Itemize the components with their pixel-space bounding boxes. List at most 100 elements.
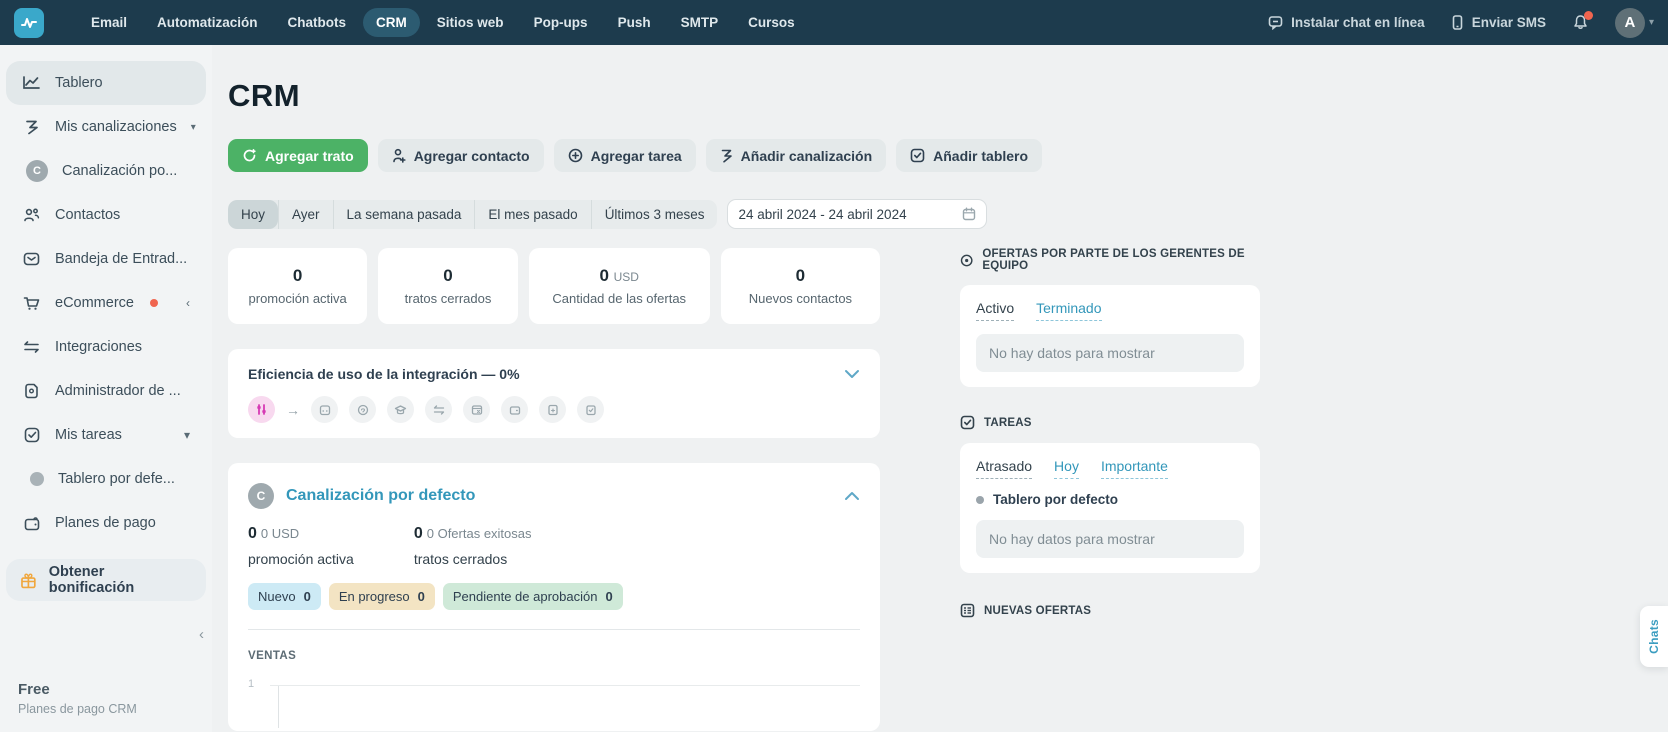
sidebar-item-label: Canalización po...	[62, 163, 177, 179]
sidebar-item-label: Administrador de ...	[55, 383, 181, 399]
stat-value: 0	[443, 266, 452, 286]
dashboard-chart-icon	[22, 75, 41, 91]
chevron-up-icon[interactable]	[844, 491, 860, 501]
tab-importante[interactable]: Importante	[1101, 458, 1168, 479]
chats-tab-label: Chats	[1647, 619, 1661, 654]
sidebar-item-label: Mis tareas	[55, 427, 122, 443]
page-title: CRM	[228, 78, 1668, 114]
tasks-empty-state: No hay datos para mostrar	[976, 520, 1244, 558]
sidebar-item-label: Planes de pago	[55, 515, 156, 531]
stat-card-nuevos-contactos: 0 Nuevos contactos	[721, 248, 880, 324]
tasks-panel-header: TAREAS	[960, 415, 1260, 430]
education-step-icon[interactable]	[387, 396, 414, 423]
install-chat-label: Instalar chat en línea	[1291, 15, 1425, 30]
chat-step-icon[interactable]	[349, 396, 376, 423]
actions-row: Agregar trato Agregar contacto Agregar t…	[228, 139, 1668, 172]
date-range-value: 24 abril 2024 - 24 abril 2024	[738, 207, 954, 222]
add-task-button[interactable]: Agregar tarea	[554, 139, 696, 172]
sales-chart-title: VENTAS	[248, 650, 860, 662]
pipeline-name-link[interactable]: Canalización por defecto	[286, 487, 475, 505]
filter-hoy[interactable]: Hoy	[228, 200, 278, 229]
filter-3-meses[interactable]: Últimos 3 meses	[591, 200, 718, 229]
stat-label: promoción activa	[249, 291, 347, 306]
stat-label: tratos cerrados	[405, 291, 492, 306]
badge-en-progreso: En progreso0	[329, 583, 435, 610]
board-name: Tablero por defecto	[993, 492, 1118, 507]
tab-atrasado[interactable]: Atrasado	[976, 458, 1032, 479]
add-pipeline-button[interactable]: Añadir canalización	[706, 139, 886, 172]
swap-step-icon[interactable]	[425, 396, 452, 423]
wallet-step-icon[interactable]	[501, 396, 528, 423]
add-board-button[interactable]: Añadir tablero	[896, 139, 1042, 172]
filter-ayer[interactable]: Ayer	[278, 200, 333, 229]
tab-terminado[interactable]: Terminado	[1036, 300, 1101, 321]
app-logo[interactable]	[14, 8, 44, 38]
filter-semana-pasada[interactable]: La semana pasada	[333, 200, 475, 229]
new-offers-panel-title: NUEVAS OFERTAS	[984, 605, 1091, 617]
sidebar-item-tablero[interactable]: Tablero	[6, 61, 206, 105]
inbox-icon	[22, 252, 41, 266]
board-row: Tablero por defecto	[976, 492, 1244, 507]
phone-icon	[1451, 15, 1464, 30]
add-contact-button[interactable]: Agregar contacto	[378, 139, 544, 172]
tab-activo[interactable]: Activo	[976, 300, 1014, 321]
crm-sliders-icon[interactable]	[248, 396, 275, 423]
chevron-down-icon[interactable]	[844, 369, 860, 379]
nav-item-email[interactable]: Email	[78, 8, 140, 37]
stat-label: tratos cerrados	[414, 551, 532, 567]
nav-item-cursos[interactable]: Cursos	[735, 8, 808, 37]
bonus-button[interactable]: Obtener bonificación	[6, 559, 206, 601]
sidebar-item-mis-tareas[interactable]: Mis tareas ▾	[6, 413, 206, 457]
nav-item-popups[interactable]: Pop-ups	[521, 8, 601, 37]
nav-item-push[interactable]: Push	[605, 8, 664, 37]
calculator-step-icon[interactable]	[539, 396, 566, 423]
integration-steps: →	[248, 396, 860, 423]
primary-nav: Email Automatización Chatbots CRM Sitios…	[78, 8, 808, 37]
left-column: 0 promoción activa 0 tratos cerrados 0 U…	[228, 248, 880, 731]
plan-info: Free Planes de pago CRM	[18, 681, 137, 716]
offers-panel-title: OFERTAS POR PARTE DE LOS GERENTES DE EQU…	[982, 248, 1260, 272]
sidebar-item-bandeja[interactable]: Bandeja de Entrad...	[6, 237, 206, 281]
navbar-right: Instalar chat en línea Enviar SMS A ▾	[1268, 8, 1654, 38]
pipeline-stat-tratos: 00 Ofertas exitosas tratos cerrados	[414, 525, 532, 567]
add-contact-label: Agregar contacto	[414, 148, 530, 164]
sidebar-item-tablero-defecto[interactable]: Tablero por defe...	[6, 457, 206, 501]
stat-value: 0 USD	[599, 266, 639, 286]
nav-item-smtp[interactable]: SMTP	[668, 8, 732, 37]
calendar-icon	[962, 207, 976, 221]
sidebar-item-administrador[interactable]: Administrador de ...	[6, 369, 206, 413]
sidebar-item-label: Integraciones	[55, 339, 142, 355]
account-menu[interactable]: A ▾	[1615, 8, 1654, 38]
chats-side-tab[interactable]: Chats	[1640, 606, 1668, 667]
tasks-panel-card: Atrasado Hoy Importante Tablero por defe…	[960, 443, 1260, 573]
calendar-step-icon[interactable]	[311, 396, 338, 423]
stat-card-promocion: 0 promoción activa	[228, 248, 367, 324]
notifications-button[interactable]	[1572, 14, 1589, 31]
sidebar-item-planes-pago[interactable]: Planes de pago	[6, 501, 206, 545]
plan-subtitle[interactable]: Planes de pago CRM	[18, 702, 137, 716]
sidebar-item-ecommerce[interactable]: eCommerce ‹	[6, 281, 206, 325]
sidebar-item-mis-canalizaciones[interactable]: Mis canalizaciones ▾	[6, 105, 206, 149]
cart-icon	[22, 296, 41, 311]
sidebar-item-contactos[interactable]: Contactos	[6, 193, 206, 237]
nav-item-sitios-web[interactable]: Sitios web	[424, 8, 517, 37]
sidebar-item-integraciones[interactable]: Integraciones	[6, 325, 206, 369]
nav-item-chatbots[interactable]: Chatbots	[275, 8, 360, 37]
nav-item-crm[interactable]: CRM	[363, 8, 420, 37]
sidebar-item-canalizacion-defecto[interactable]: C Canalización po...	[6, 149, 206, 193]
browser-step-icon[interactable]	[463, 396, 490, 423]
nav-item-automatizacion[interactable]: Automatización	[144, 8, 271, 37]
install-chat-button[interactable]: Instalar chat en línea	[1268, 15, 1425, 30]
add-deal-button[interactable]: Agregar trato	[228, 139, 368, 172]
stat-label: promoción activa	[248, 551, 354, 567]
offers-panel-card: Activo Terminado No hay datos para mostr…	[960, 285, 1260, 387]
send-sms-button[interactable]: Enviar SMS	[1451, 15, 1546, 30]
clipboard-step-icon[interactable]	[577, 396, 604, 423]
filter-mes-pasado[interactable]: El mes pasado	[474, 200, 590, 229]
board-dot	[976, 496, 984, 504]
sidebar-collapse-button[interactable]: ‹	[199, 626, 204, 643]
gift-icon	[20, 572, 37, 589]
date-range-input[interactable]: 24 abril 2024 - 24 abril 2024	[727, 199, 987, 229]
date-filter-segmented: Hoy Ayer La semana pasada El mes pasado …	[228, 200, 717, 229]
tab-hoy[interactable]: Hoy	[1054, 458, 1079, 479]
